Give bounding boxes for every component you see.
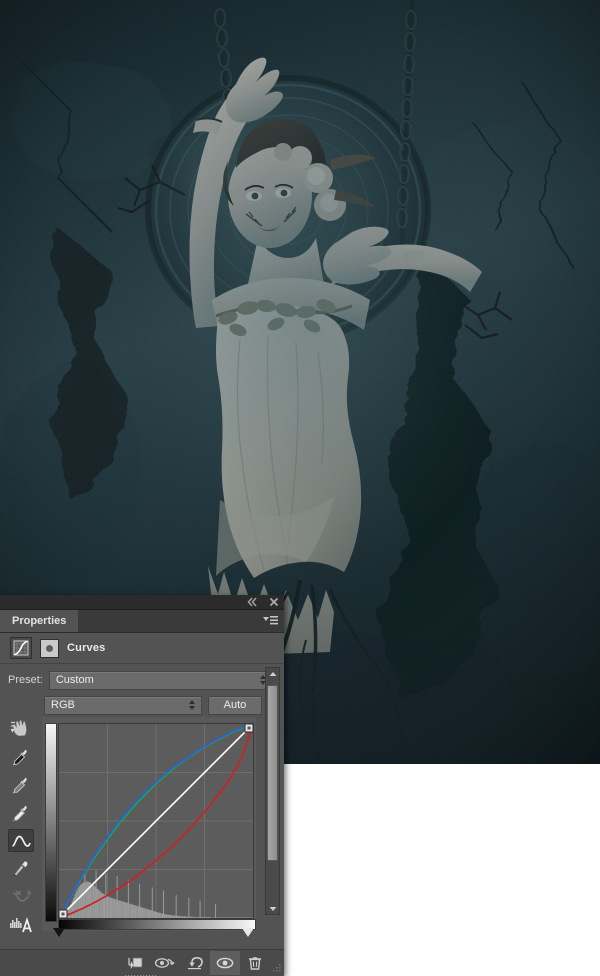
preset-label: Preset: [8, 674, 43, 686]
channel-value: RGB [51, 699, 75, 711]
page-title: Curves [67, 642, 106, 654]
screen: Properties Curves Preset: Custom RGB Aut… [0, 0, 600, 976]
layer-mask-thumbnail[interactable] [40, 638, 59, 658]
eyedropper-white-icon[interactable] [8, 801, 34, 824]
close-icon[interactable] [268, 596, 280, 608]
curves-adjustment-icon[interactable] [10, 637, 32, 659]
tabstrip-filler [79, 610, 284, 632]
trash-icon[interactable] [240, 951, 270, 975]
eye-icon[interactable] [210, 951, 240, 975]
scroll-up-arrow-icon[interactable] [266, 668, 279, 679]
properties-panel: Properties Curves Preset: Custom RGB Aut… [0, 595, 284, 976]
tab-properties[interactable]: Properties [0, 610, 80, 632]
targeted-adjustment-hand-icon[interactable] [8, 717, 34, 740]
output-gradient-ramp [45, 723, 57, 922]
panel-resize-handle[interactable] [123, 971, 161, 976]
white-point-slider[interactable] [242, 928, 254, 937]
eyedropper-gray-icon[interactable] [8, 773, 34, 796]
preset-row: Preset: Custom [0, 668, 284, 692]
curve-plot-svg [59, 724, 253, 918]
curves-graph[interactable] [42, 717, 256, 937]
eyedropper-black-icon[interactable] [8, 745, 34, 768]
collapse-double-arrow-icon[interactable] [246, 596, 258, 608]
smooth-curve-icon [8, 885, 34, 908]
preset-value: Custom [55, 674, 94, 686]
preset-select[interactable]: Custom [48, 670, 273, 690]
auto-button[interactable]: Auto [208, 695, 262, 715]
panel-titlebar[interactable] [0, 595, 284, 610]
black-point-slider[interactable] [53, 928, 65, 937]
panel-scrollbar[interactable] [265, 667, 280, 915]
channel-select[interactable]: RGB [44, 695, 202, 715]
mask-dot [46, 644, 53, 652]
resize-grip-icon[interactable] [270, 950, 284, 976]
input-gradient-ramp [58, 919, 256, 930]
pencil-icon[interactable] [8, 857, 34, 880]
curve-icon[interactable] [8, 829, 34, 852]
panel-bottom-bar [0, 949, 284, 976]
scroll-down-arrow-icon[interactable] [266, 903, 279, 914]
stepper-arrows-icon [189, 700, 195, 710]
curve-plot-area[interactable] [58, 723, 254, 919]
curves-tool-column [6, 717, 36, 936]
panel-tabstrip[interactable]: Properties [0, 610, 284, 633]
scrollbar-thumb[interactable] [267, 685, 278, 861]
adjustment-header: Curves [0, 633, 284, 664]
scrollbar-track[interactable] [266, 679, 279, 903]
reset-arrow-icon[interactable] [180, 951, 210, 975]
channel-row: RGB Auto [0, 692, 284, 718]
panel-menu-icon[interactable] [261, 614, 279, 627]
tab-properties-label: Properties [12, 615, 67, 627]
histogram-a-icon[interactable] [8, 913, 34, 936]
